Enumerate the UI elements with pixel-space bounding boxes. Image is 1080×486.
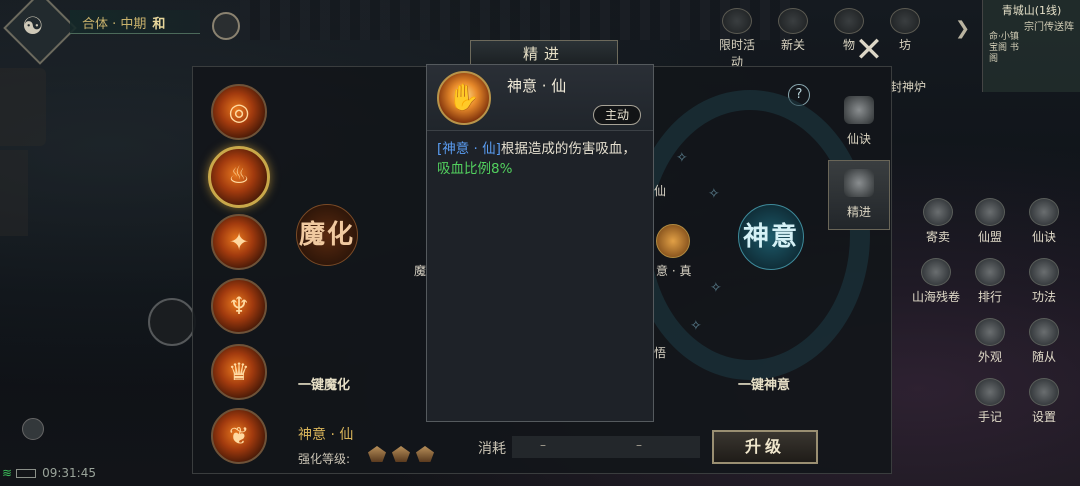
skill-list: ◎ ♨ ✦ ♆ ♛ ❦	[200, 74, 280, 472]
node-label-wu[interactable]: 悟	[654, 344, 666, 361]
selected-skill-name: 神意 · 仙	[298, 427, 354, 443]
scroll-icon	[1029, 198, 1059, 226]
outfit-icon	[975, 318, 1005, 346]
buff-emblem-icon[interactable]	[212, 12, 240, 40]
tooltip-description: [神意 · 仙]根据造成的伤害吸血， 吸血比例8%	[427, 131, 653, 187]
upgrade-button[interactable]: 升级	[712, 430, 818, 464]
market-icon	[890, 8, 920, 34]
skill-tooltip: ✋ 神意 · 仙 主动 [神意 · 仙]根据造成的伤害吸血， 吸血比例8%	[426, 64, 654, 422]
one-click-demonize-button[interactable]: 一键魔化	[298, 374, 350, 393]
top-menu-gate[interactable]: 新关	[772, 8, 814, 70]
guild-icon	[975, 198, 1005, 226]
vortex-icon: ◎	[228, 98, 250, 126]
menu-appearance[interactable]: 外观	[970, 318, 1010, 365]
fengshen-label[interactable]: 封神炉	[890, 78, 926, 95]
top-menu-market[interactable]: 坊	[884, 8, 926, 70]
peace-mode-toggle[interactable]: 和	[152, 17, 165, 32]
node-label-zhen[interactable]: 意 · 真	[656, 262, 691, 279]
demon-icon: ♛	[228, 358, 250, 386]
skill-slot-4[interactable]: ♆	[211, 278, 267, 334]
desc-skill-ref: [神意 · 仙]	[437, 141, 501, 157]
device-status: ≋ 09:31:45	[2, 466, 96, 480]
skill-slot-6[interactable]: ❦	[211, 408, 267, 464]
cost-box: – –	[512, 436, 700, 458]
rune-glyph: ✧	[676, 150, 688, 166]
book-icon	[921, 258, 951, 286]
top-menu-event[interactable]: 限时活动	[716, 8, 758, 70]
avatar-icon: ☯	[22, 12, 44, 40]
rank-icon	[975, 258, 1005, 286]
realm-bar[interactable]: 合体 · 中期和	[70, 10, 200, 34]
demonize-orb[interactable]: 魔化	[296, 204, 358, 266]
level-mark-icon	[368, 446, 386, 462]
flame-icon: ♨	[228, 161, 250, 189]
realm-text: 合体 · 中期	[82, 17, 147, 32]
skill-slot-5[interactable]: ♛	[211, 344, 267, 400]
joystick-icon[interactable]	[148, 298, 196, 346]
tab-xianjue[interactable]: 仙诀	[828, 88, 890, 158]
level-mark-icon	[392, 446, 410, 462]
menu-shanhai[interactable]: 山海残卷	[906, 258, 966, 305]
menu-consign[interactable]: 寄卖	[918, 198, 958, 245]
node-zhen-orb[interactable]	[656, 224, 690, 258]
node-label-xian[interactable]: 仙	[654, 182, 666, 199]
cost-value-b: –	[636, 438, 642, 452]
wifi-icon: ≋	[2, 466, 13, 480]
rune-glyph: ✧	[710, 280, 722, 296]
enhance-level-label: 强化等级:	[298, 452, 351, 466]
skill-slot-2[interactable]: ♨	[208, 146, 270, 208]
tooltip-skill-name: 神意 · 仙	[507, 77, 567, 95]
strike-icon: ✦	[228, 228, 250, 256]
sword-icon	[844, 96, 874, 124]
cost-value-a: –	[540, 438, 546, 452]
one-click-divine-button[interactable]: 一键神意	[738, 374, 790, 393]
menu-notes[interactable]: 手记	[970, 378, 1010, 425]
skill-slot-1[interactable]: ◎	[211, 84, 267, 140]
enhance-level-marks	[368, 446, 434, 462]
left-quest-tab[interactable]	[0, 68, 46, 146]
desc-main: 根据造成的伤害吸血，	[500, 141, 636, 157]
battery-icon	[16, 469, 37, 478]
node-label-mo[interactable]: 魔	[414, 262, 426, 279]
taiji-icon	[1029, 258, 1059, 286]
map-town-label: 命·小镇 宝阁 书阁	[989, 32, 1019, 64]
minimap[interactable]: 青城山(1线) 宗门传送阵 命·小镇 宝阁 书阁	[982, 0, 1080, 92]
menu-follower[interactable]: 随从	[1024, 318, 1064, 365]
left-flag-tab[interactable]	[0, 150, 28, 236]
map-teleport-label: 宗门传送阵	[1024, 22, 1074, 33]
gear-icon	[1029, 378, 1059, 406]
map-city-name: 青城山(1线)	[1001, 4, 1062, 17]
menu-rank[interactable]: 排行	[970, 258, 1010, 305]
helmet-icon[interactable]	[22, 418, 44, 440]
rune-glyph: ✧	[708, 186, 720, 202]
consign-icon	[923, 198, 953, 226]
cost-label: 消耗	[478, 441, 506, 457]
menu-settings[interactable]: 设置	[1024, 378, 1064, 425]
chevron-right-icon[interactable]: ❯	[955, 18, 970, 39]
desc-highlight: 吸血比例8%	[437, 161, 513, 177]
top-menu: 限时活动 新关 物 坊	[716, 8, 926, 70]
glowing-hand-icon: ✋	[437, 71, 491, 125]
clock: 09:31:45	[42, 466, 96, 480]
menu-guild[interactable]: 仙盟	[970, 198, 1010, 245]
rune-glyph: ✧	[690, 318, 702, 334]
level-mark-icon	[416, 446, 434, 462]
menu-gongfa[interactable]: 功法	[1024, 258, 1064, 305]
warrior-icon: ♆	[228, 292, 250, 320]
tooltip-header: ✋ 神意 · 仙 主动	[427, 65, 653, 131]
tab-refine[interactable]: 精进	[828, 160, 890, 230]
skill-slot-3[interactable]: ✦	[211, 214, 267, 270]
wings-icon	[844, 169, 874, 197]
skill-type-badge: 主动	[593, 105, 641, 125]
close-button[interactable]: ✕	[848, 30, 890, 72]
gate-icon	[778, 8, 808, 34]
notes-icon	[975, 378, 1005, 406]
dragon-icon: ❦	[228, 422, 250, 450]
follower-icon	[1029, 318, 1059, 346]
event-icon	[722, 8, 752, 34]
menu-xianjue[interactable]: 仙诀	[1024, 198, 1064, 245]
divine-orb[interactable]: 神意	[738, 204, 804, 270]
